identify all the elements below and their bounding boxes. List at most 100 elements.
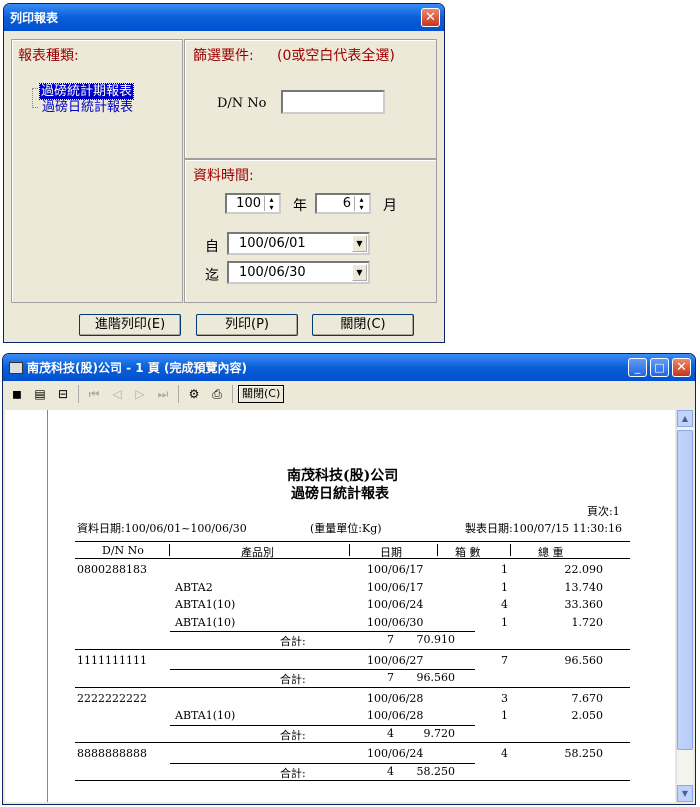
from-label: 自 (205, 239, 219, 255)
minimize-icon[interactable]: _ (628, 358, 647, 377)
to-date-value: 100/06/30 (239, 265, 306, 280)
year-spinner[interactable]: 100 ▴ ▾ (225, 193, 281, 214)
filter-label: 篩選要件: (193, 48, 254, 64)
maximize-icon[interactable]: □ (650, 358, 669, 377)
subtotal-weight: 70.910 (416, 633, 456, 646)
from-date-select[interactable]: 100/06/01 ▼ (227, 232, 370, 255)
toolbar-divider (232, 385, 233, 403)
subtotal-weight: 58.250 (416, 764, 456, 778)
row-date: 100/06/28 (367, 709, 424, 722)
print-time: 製表日期:100/07/15 11:30:16 (465, 522, 623, 535)
weight-unit: (重量單位:Kg) (310, 522, 382, 535)
close-icon[interactable]: ✕ (421, 8, 440, 27)
row-boxes: 4 (501, 598, 508, 611)
toolbar-divider (178, 385, 179, 403)
month-spinner[interactable]: 6 ▴ ▾ (315, 193, 371, 214)
subtotal-label: 合計: (280, 728, 306, 742)
spin-arrows-icon[interactable]: ▴ ▾ (264, 196, 278, 212)
subtotal-weight: 96.560 (416, 671, 456, 684)
month-value: 6 (342, 196, 351, 211)
advanced-print-button[interactable]: 進階列印(E) (79, 314, 181, 336)
row-date: 100/06/17 (367, 563, 424, 576)
row-weight: 96.560 (564, 653, 604, 667)
print-button[interactable]: 列印(P) (196, 314, 298, 336)
dn-input[interactable] (281, 90, 385, 114)
row-boxes: 1 (501, 580, 508, 594)
page-setup-icon[interactable]: ⚙ (184, 384, 204, 404)
col-divider (510, 544, 511, 556)
print-report-dialog: 列印報表 ✕ 報表種類: 過磅統計期報表 過磅日統計報表 篩選要件: (0或空白… (3, 3, 445, 343)
subtotal-boxes: 7 (387, 633, 394, 646)
row-rule (75, 742, 630, 743)
zoom-100-icon[interactable]: ⊟ (53, 384, 73, 404)
first-page-icon[interactable]: ⏮ (84, 384, 104, 404)
row-weight: 33.360 (564, 598, 604, 611)
report-type-list: 過磅統計期報表 過磅日統計報表 (32, 83, 178, 124)
year-unit-label: 年 (293, 198, 307, 214)
row-weight: 7.670 (571, 691, 604, 705)
row-boxes: 1 (501, 709, 508, 722)
date-range: 資料日期:100/06/01~100/06/30 (77, 522, 247, 535)
from-date-value: 100/06/01 (239, 236, 306, 251)
row-dn: 0800288183 (77, 563, 147, 576)
col-divider (437, 544, 438, 556)
report-type-item-daily[interactable]: 過磅日統計報表 (42, 100, 133, 115)
row-weight: 58.250 (564, 747, 604, 760)
preview-toolbar: ◼ ▤ ⊟ ⏮ ◁ ▷ ⏭ ⚙ ⎙ 關閉(C) (3, 381, 695, 407)
last-page-icon[interactable]: ⏭ (153, 384, 173, 404)
zoom-page-width-icon[interactable]: ▤ (30, 384, 50, 404)
dialog-body: 報表種類: 過磅統計期報表 過磅日統計報表 篩選要件: (0或空白代表全選) D… (4, 31, 444, 342)
prev-page-icon[interactable]: ◁ (107, 384, 127, 404)
row-rule (170, 631, 475, 632)
filter-group: 篩選要件: (0或空白代表全選) D/N No (184, 39, 437, 159)
row-dn: 1111111111 (77, 653, 147, 667)
report-company: 南茂科技(股)公司 (287, 468, 399, 484)
row-dn: 8888888888 (77, 747, 147, 760)
row-rule (75, 648, 630, 650)
print-preview-window: 南茂科技(股)公司 - 1 頁 (完成預覽內容) _ □ ✕ ◼ ▤ ⊟ ⏮ ◁… (2, 353, 696, 805)
close-icon[interactable]: ✕ (672, 358, 691, 377)
row-rule (170, 669, 475, 670)
subtotal-label: 合計: (280, 766, 306, 780)
printer-icon[interactable]: ⎙ (207, 384, 227, 404)
row-date: 100/06/17 (367, 580, 424, 594)
row-boxes: 1 (501, 563, 508, 576)
header-rule (75, 558, 630, 559)
scroll-thumb[interactable] (677, 430, 693, 750)
to-date-select[interactable]: 100/06/30 ▼ (227, 261, 370, 284)
report-type-item-period[interactable]: 過磅統計期報表 (38, 83, 135, 100)
zoom-whole-page-icon[interactable]: ◼ (7, 384, 27, 404)
row-boxes: 4 (501, 747, 508, 760)
row-boxes: 1 (501, 615, 508, 629)
chevron-down-icon[interactable]: ▼ (352, 235, 367, 252)
col-divider (349, 544, 350, 556)
tree-connector (32, 88, 38, 108)
filter-hint: (0或空白代表全選) (277, 48, 395, 64)
next-page-icon[interactable]: ▷ (130, 384, 150, 404)
dialog-title: 列印報表 (10, 11, 59, 25)
scroll-down-icon[interactable]: ▼ (677, 785, 693, 802)
page-edge (47, 410, 48, 802)
chevron-down-icon[interactable]: ▼ (352, 264, 367, 281)
app-icon (9, 361, 23, 374)
subtotal-label: 合計: (280, 635, 306, 648)
close-button[interactable]: 關閉(C) (312, 314, 414, 336)
col-divider (169, 544, 170, 556)
row-weight: 2.050 (571, 709, 604, 722)
preview-title: 南茂科技(股)公司 - 1 頁 (完成預覽內容) (27, 361, 247, 375)
toolbar-close-button[interactable]: 關閉(C) (238, 385, 285, 403)
period-group: 資料時間: 100 ▴ ▾ 年 6 ▴ ▾ 月 自 100/06/01 ▼ 迄 10… (184, 159, 437, 303)
row-rule (170, 724, 475, 726)
scroll-up-icon[interactable]: ▲ (677, 410, 693, 427)
row-date: 100/06/24 (367, 598, 424, 611)
subtotal-weight: 9.720 (423, 726, 456, 740)
row-date: 100/06/24 (367, 747, 424, 760)
month-unit-label: 月 (383, 198, 397, 214)
dialog-titlebar: 列印報表 (4, 4, 444, 31)
spin-arrows-icon[interactable]: ▴ ▾ (354, 196, 368, 212)
subtotal-boxes: 4 (387, 726, 394, 740)
vertical-scrollbar[interactable]: ▲ ▼ (676, 410, 693, 802)
dn-label: D/N No (217, 96, 267, 111)
row-weight: 22.090 (564, 563, 604, 576)
subtotal-boxes: 7 (387, 671, 394, 684)
